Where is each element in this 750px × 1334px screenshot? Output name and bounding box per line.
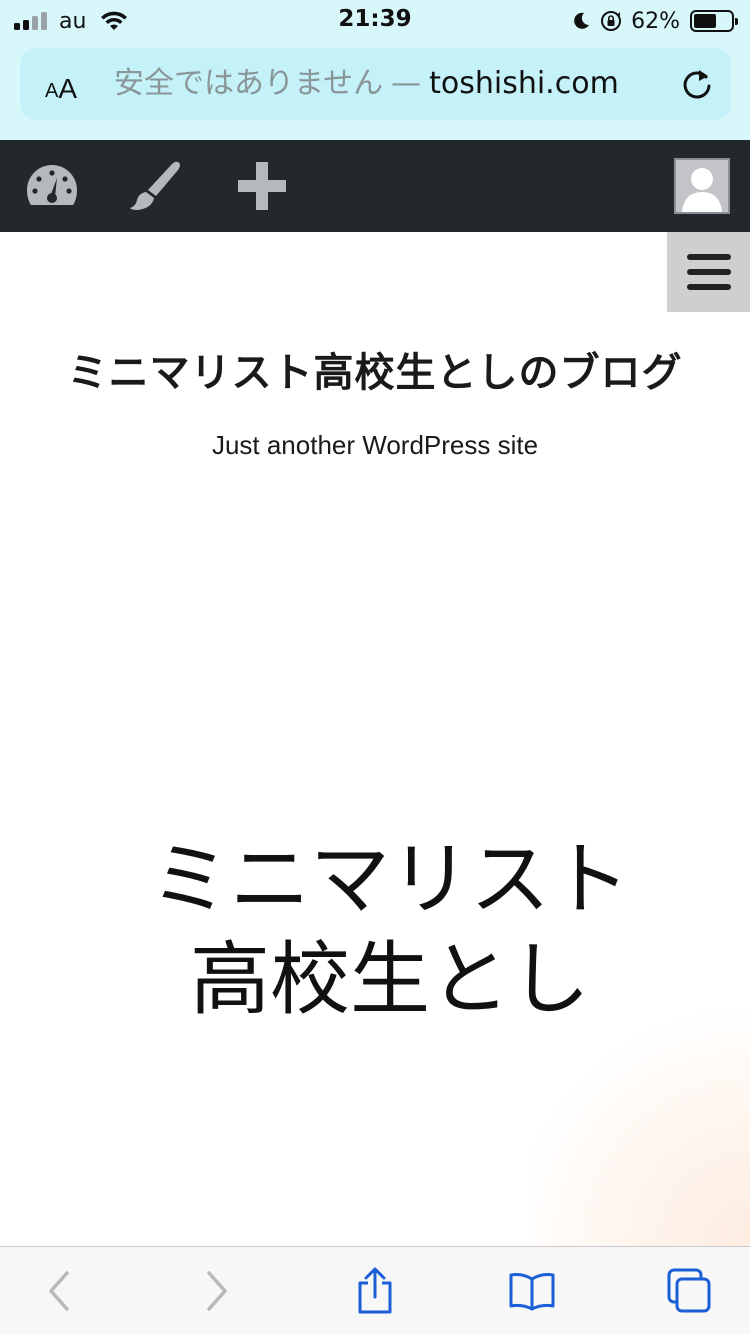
menu-toggle-button[interactable] (667, 232, 750, 312)
header-image: ミニマリスト 高校生とし (0, 830, 750, 1030)
decorative-glow (530, 1010, 750, 1246)
battery-percent: 62% (631, 8, 680, 34)
reload-icon[interactable] (679, 66, 715, 102)
share-icon[interactable] (351, 1267, 399, 1315)
address-bar[interactable]: AA 安全ではありません — toshishi.com (20, 48, 731, 120)
wp-admin-bar (0, 140, 750, 232)
battery-icon (690, 10, 738, 32)
text-size-small-a: A (44, 80, 59, 102)
status-bar: au 21:39 62% (0, 0, 750, 42)
add-new-icon[interactable] (234, 158, 290, 214)
header-image-line-1: ミニマリスト (150, 833, 630, 926)
url-domain: toshishi.com (429, 66, 619, 101)
browser-bottom-toolbar (0, 1246, 750, 1334)
tabs-icon[interactable] (665, 1267, 713, 1315)
dashboard-icon[interactable] (24, 158, 80, 214)
site-tagline: Just another WordPress site (211, 430, 539, 460)
status-right: 62% (571, 7, 738, 35)
back-icon[interactable] (36, 1267, 84, 1315)
battery-level-fill (694, 14, 717, 28)
url-display[interactable]: 安全ではありません — toshishi.com (114, 65, 674, 103)
avatar[interactable] (674, 158, 730, 214)
bookmarks-icon[interactable] (508, 1267, 556, 1315)
hamburger-line (686, 269, 731, 275)
text-size-button[interactable]: AA (38, 62, 84, 106)
user-avatar-icon (682, 168, 722, 212)
customize-brush-icon[interactable] (128, 158, 184, 214)
rotation-lock-icon (601, 11, 622, 31)
hamburger-line (686, 284, 731, 290)
url-separator: — (391, 66, 422, 101)
site-title[interactable]: ミニマリスト高校生としのブログ (0, 340, 750, 398)
do-not-disturb-moon-icon (574, 12, 590, 29)
hamburger-line (686, 254, 731, 260)
forward-icon[interactable] (192, 1267, 240, 1315)
insecure-warning: 安全ではありません (114, 66, 384, 101)
browser-top-chrome: au 21:39 62% AA 安全ではありません — toshishi.com (0, 0, 750, 140)
header-image-line-2: 高校生とし (190, 933, 590, 1026)
text-size-big-a: A (58, 73, 78, 104)
